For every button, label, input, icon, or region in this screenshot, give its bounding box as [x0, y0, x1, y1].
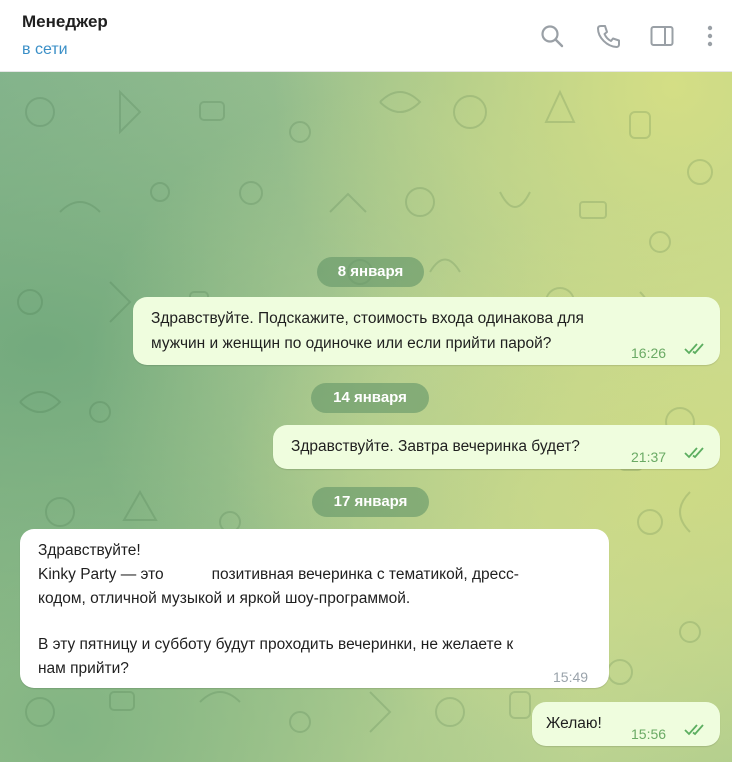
- message-text: Здравствуйте. Подскажите, стоимость вход…: [151, 310, 584, 327]
- online-status: в сети: [22, 41, 68, 58]
- date-separator: 14 января: [311, 383, 429, 413]
- message-time: 15:56: [631, 726, 667, 742]
- chat-header: Менеджер в сети: [0, 0, 732, 72]
- message-time: 16:26: [631, 345, 667, 361]
- chat-area[interactable]: 8 января Здравствуйте. Подскажите, стоим…: [0, 72, 732, 762]
- incoming-message-bubble[interactable]: Здравствуйте! Kinky Party — это позитивна…: [20, 529, 609, 688]
- message-text: Здравствуйте!: [38, 542, 141, 559]
- message-text: В эту пятницу и субботу будут проходить …: [38, 636, 514, 653]
- outgoing-message-bubble[interactable]: Желаю! 15:56: [532, 702, 720, 746]
- message-time: 21:37: [631, 449, 667, 465]
- sidebar-panel-icon[interactable]: [648, 22, 676, 50]
- message-text: Желаю!: [546, 715, 602, 732]
- message-text: Здравствуйте. Завтра вечеринка будет?: [291, 438, 580, 455]
- message-text: кодом, отличной музыкой и яркой шоу-прог…: [38, 590, 411, 607]
- outgoing-message-bubble[interactable]: Здравствуйте. Завтра вечеринка будет? 21…: [273, 425, 720, 469]
- double-check-icon: [684, 723, 710, 737]
- message-text: мужчин и женщин по одиночке или если при…: [151, 335, 552, 352]
- outgoing-message-bubble[interactable]: Здравствуйте. Подскажите, стоимость вход…: [133, 297, 720, 365]
- double-check-icon: [684, 446, 710, 460]
- search-icon[interactable]: [538, 22, 566, 50]
- double-check-icon: [684, 342, 710, 356]
- message-text: Kinky Party — это позитивная вечеринка с …: [38, 566, 519, 583]
- date-separator: 17 января: [312, 487, 429, 517]
- chat-title[interactable]: Менеджер: [22, 12, 108, 32]
- phone-icon[interactable]: [594, 22, 622, 50]
- message-time: 15:49: [553, 669, 589, 685]
- more-vertical-icon[interactable]: [696, 22, 724, 50]
- date-separator: 8 января: [317, 257, 424, 287]
- message-text: нам прийти?: [38, 660, 129, 677]
